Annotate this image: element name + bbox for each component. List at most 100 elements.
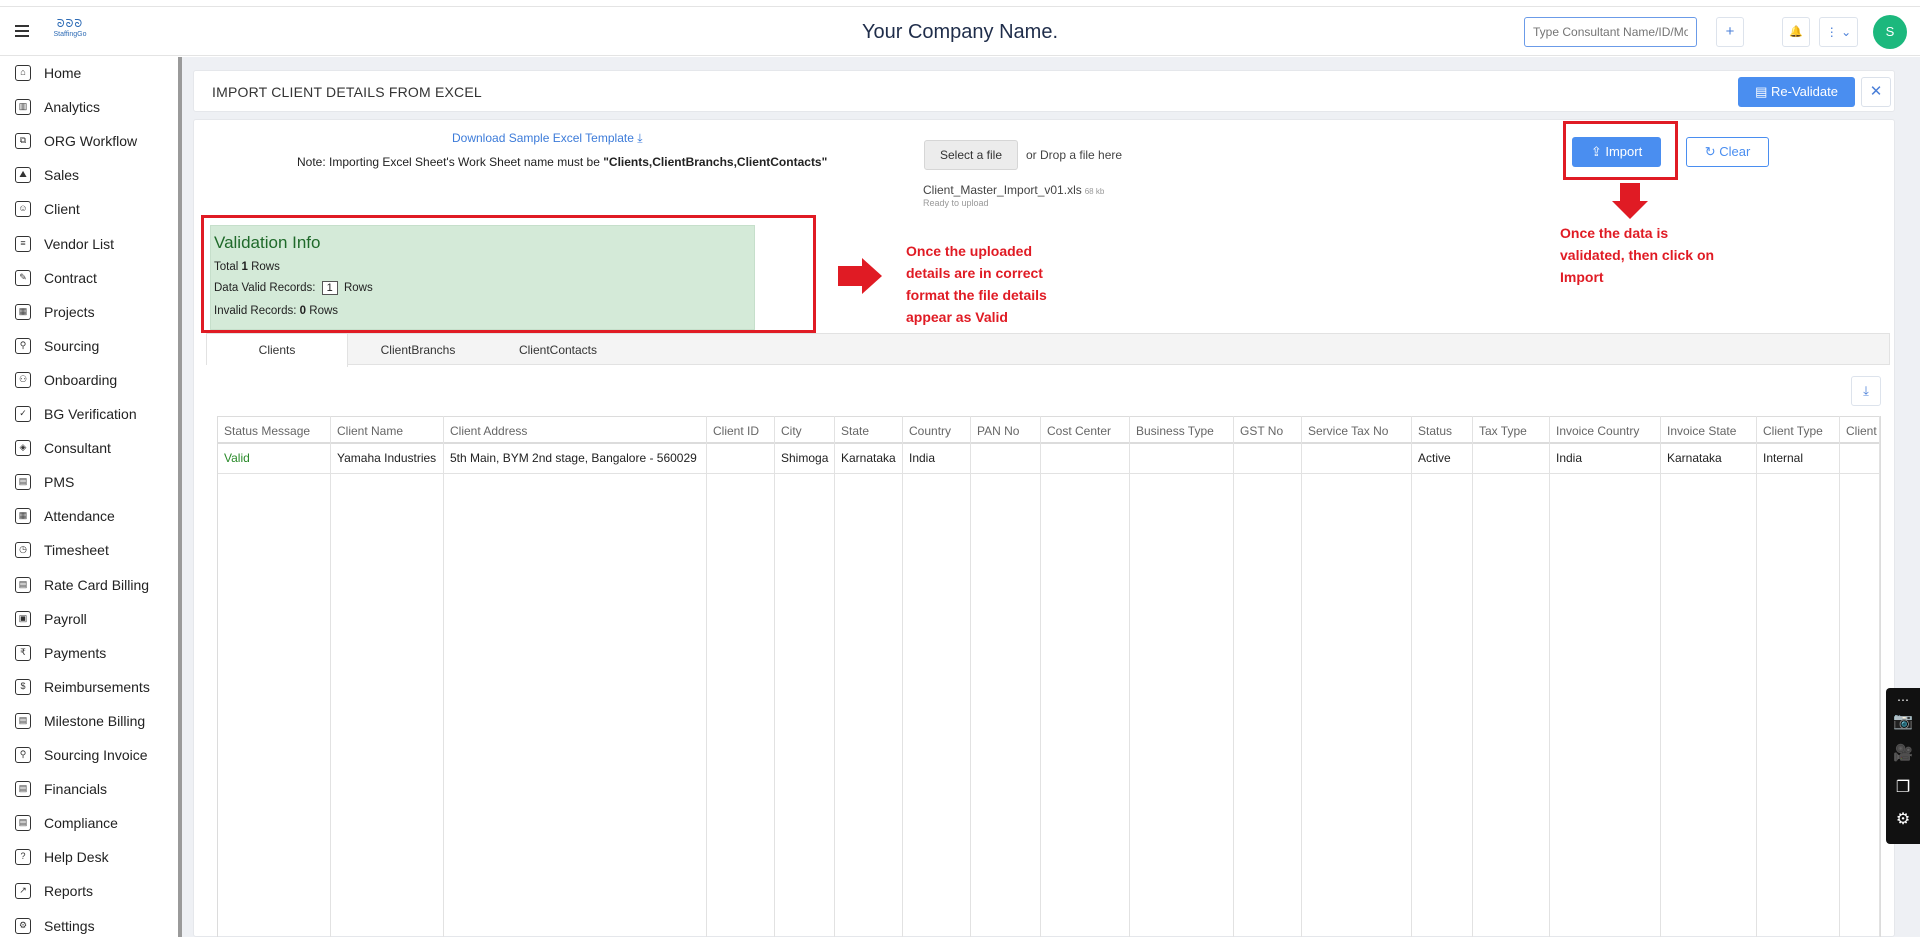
sidebar-item-org-workflow[interactable]: ⧉ ORG Workflow — [0, 127, 176, 155]
sidebar-item-vendor-list[interactable]: ≡ Vendor List — [0, 230, 176, 258]
add-button[interactable]: + — [1716, 17, 1744, 47]
column-header[interactable]: GST No — [1234, 416, 1301, 444]
column-header[interactable]: Status Message — [218, 416, 330, 444]
sidebar-item-label: Attendance — [44, 508, 115, 525]
logo[interactable]: ᘐᘐᘐ StaffingGo — [48, 18, 92, 46]
valid-count[interactable]: 1 — [321, 281, 338, 295]
sidebar-item-sourcing[interactable]: ⚲ Sourcing — [0, 332, 176, 360]
table-column: City Shimoga — [775, 416, 835, 937]
revalidate-label: Re-Validate — [1770, 84, 1838, 99]
table-column: Business Type — [1130, 416, 1234, 937]
table-column: State Karnataka — [835, 416, 903, 937]
column-header[interactable]: Cost Center — [1041, 416, 1129, 444]
table-cell — [971, 444, 1040, 474]
sidebar-item-sales[interactable]: ⛰ Sales — [0, 161, 176, 189]
sidebar-item-payroll[interactable]: ▣ Payroll — [0, 605, 176, 633]
sidebar-item-compliance[interactable]: ▤ Compliance — [0, 809, 176, 837]
column-header[interactable]: Invoice Country — [1550, 416, 1660, 444]
valid-records: Data Valid Records: 1 Rows — [214, 281, 373, 295]
sidebar-item-client[interactable]: ☺ Client — [0, 195, 176, 223]
sidebar-icon: ⚲ — [15, 337, 31, 354]
table-column: Invoice State Karnataka — [1661, 416, 1757, 937]
sidebar-item-financials[interactable]: ▤ Financials — [0, 775, 176, 803]
column-header[interactable]: State — [835, 416, 902, 444]
sidebar-item-pms[interactable]: ▤ PMS — [0, 468, 176, 496]
column-header[interactable]: Status — [1412, 416, 1472, 444]
table-cell: 5th Main, BYM 2nd stage, Bangalore - 560… — [444, 444, 706, 474]
table-cell: Internal — [1757, 444, 1839, 474]
revalidate-button[interactable]: ▤ Re-Validate — [1738, 77, 1855, 107]
more-tools-icon[interactable]: ⋯ — [1893, 690, 1913, 710]
top-header: ᘐᘐᘐ StaffingGo Your Company Name. + 🔔 ⋮ … — [0, 6, 1920, 56]
validation-annotation: Once the uploaded details are in correct… — [906, 240, 1047, 328]
column-header[interactable]: Tax Type — [1473, 416, 1549, 444]
avatar[interactable]: S — [1873, 15, 1907, 49]
sidebar-item-label: Analytics — [44, 99, 101, 116]
sidebar-item-home[interactable]: ⌂ Home — [0, 59, 176, 87]
column-header[interactable]: Client Type — [1757, 416, 1839, 444]
sidebar-item-settings[interactable]: ⚙ Settings — [0, 912, 176, 937]
sidebar-item-onboarding[interactable]: ⚇ Onboarding — [0, 366, 176, 394]
table-cell: India — [1550, 444, 1660, 474]
sidebar-item-help-desk[interactable]: ? Help Desk — [0, 843, 176, 871]
sidebar-icon: ◈ — [15, 440, 31, 457]
sidebar-icon: ☺ — [15, 201, 31, 218]
annotation-line: Once the uploaded — [906, 243, 1033, 259]
sidebar-item-label: BG Verification — [44, 406, 137, 422]
window-icon[interactable]: ❐ — [1893, 778, 1913, 798]
sidebar-item-timesheet[interactable]: ◷ Timesheet — [0, 536, 176, 564]
download-template-link[interactable]: Download Sample Excel Template ⤓ — [452, 131, 643, 146]
total-rows: Total 1 Rows — [214, 261, 280, 273]
column-header[interactable]: Client — [1840, 416, 1879, 444]
sidebar-item-reimbursements[interactable]: $ Reimbursements — [0, 673, 176, 701]
tab-clientbranchs[interactable]: ClientBranchs — [348, 334, 488, 366]
more-options-button[interactable]: ⋮ ⌄ — [1819, 17, 1858, 47]
sidebar-icon: ≡ — [15, 235, 31, 252]
sidebar-item-projects[interactable]: ▦ Projects — [0, 298, 176, 326]
gear-icon[interactable]: ⚙ — [1893, 810, 1913, 830]
column-header[interactable]: Client Address — [444, 416, 706, 444]
sidebar-item-bg-verification[interactable]: ✓ BG Verification — [0, 400, 176, 428]
tab-clientcontacts[interactable]: ClientContacts — [488, 334, 628, 366]
sidebar-item-sourcing-invoice[interactable]: ⚲ Sourcing Invoice — [0, 741, 176, 769]
sidebar-item-label: Milestone Billing — [44, 712, 146, 729]
camera-icon[interactable]: 📷 — [1893, 712, 1913, 732]
export-button[interactable]: ⤓ — [1851, 376, 1881, 406]
consultant-search-input[interactable] — [1524, 17, 1697, 47]
sidebar-item-reports[interactable]: ↗ Reports — [0, 877, 176, 905]
annotation-line: validated, then click on — [1560, 247, 1715, 263]
sidebar-icon: ▤ — [15, 474, 31, 491]
column-header[interactable]: Client ID — [707, 416, 774, 444]
sidebar-item-attendance[interactable]: ▦ Attendance — [0, 502, 176, 530]
column-header[interactable]: Service Tax No — [1302, 416, 1411, 444]
sidebar-item-analytics[interactable]: ▥ Analytics — [0, 93, 176, 121]
table-column: Tax Type — [1473, 416, 1550, 937]
column-header[interactable]: Client Name — [331, 416, 443, 444]
table-cell: Active — [1412, 444, 1472, 474]
notifications-button[interactable]: 🔔 — [1782, 17, 1810, 47]
hamburger-menu-icon[interactable] — [15, 25, 29, 37]
close-button[interactable]: ✕ — [1861, 77, 1891, 107]
video-icon[interactable]: 🎥 — [1893, 744, 1913, 764]
sidebar-item-contract[interactable]: ✎ Contract — [0, 264, 176, 292]
annotation-line: details are in correct — [906, 265, 1043, 281]
table-cell: Valid — [218, 444, 330, 474]
sidebar-icon: ⧉ — [15, 133, 31, 150]
sidebar-icon: ▣ — [15, 610, 31, 627]
column-header[interactable]: Invoice State — [1661, 416, 1756, 444]
sidebar-item-rate-card-billing[interactable]: ▤ Rate Card Billing — [0, 571, 176, 599]
column-header[interactable]: City — [775, 416, 834, 444]
sidebar-item-label: Help Desk — [44, 849, 109, 866]
select-file-button[interactable]: Select a file — [924, 140, 1018, 170]
sidebar-icon: ▥ — [15, 99, 31, 116]
sidebar-item-payments[interactable]: ₹ Payments — [0, 639, 176, 667]
sidebar-item-milestone-billing[interactable]: ▤ Milestone Billing — [0, 707, 176, 735]
sidebar-icon: ▤ — [15, 781, 31, 798]
tab-clients[interactable]: Clients — [207, 334, 348, 367]
column-header[interactable]: Country — [903, 416, 970, 444]
column-header[interactable]: Business Type — [1130, 416, 1233, 444]
column-header[interactable]: PAN No — [971, 416, 1040, 444]
clear-button[interactable]: ↻ Clear — [1686, 137, 1769, 167]
drop-zone-text[interactable]: or Drop a file here — [1026, 148, 1122, 162]
sidebar-item-consultant[interactable]: ◈ Consultant — [0, 434, 176, 462]
